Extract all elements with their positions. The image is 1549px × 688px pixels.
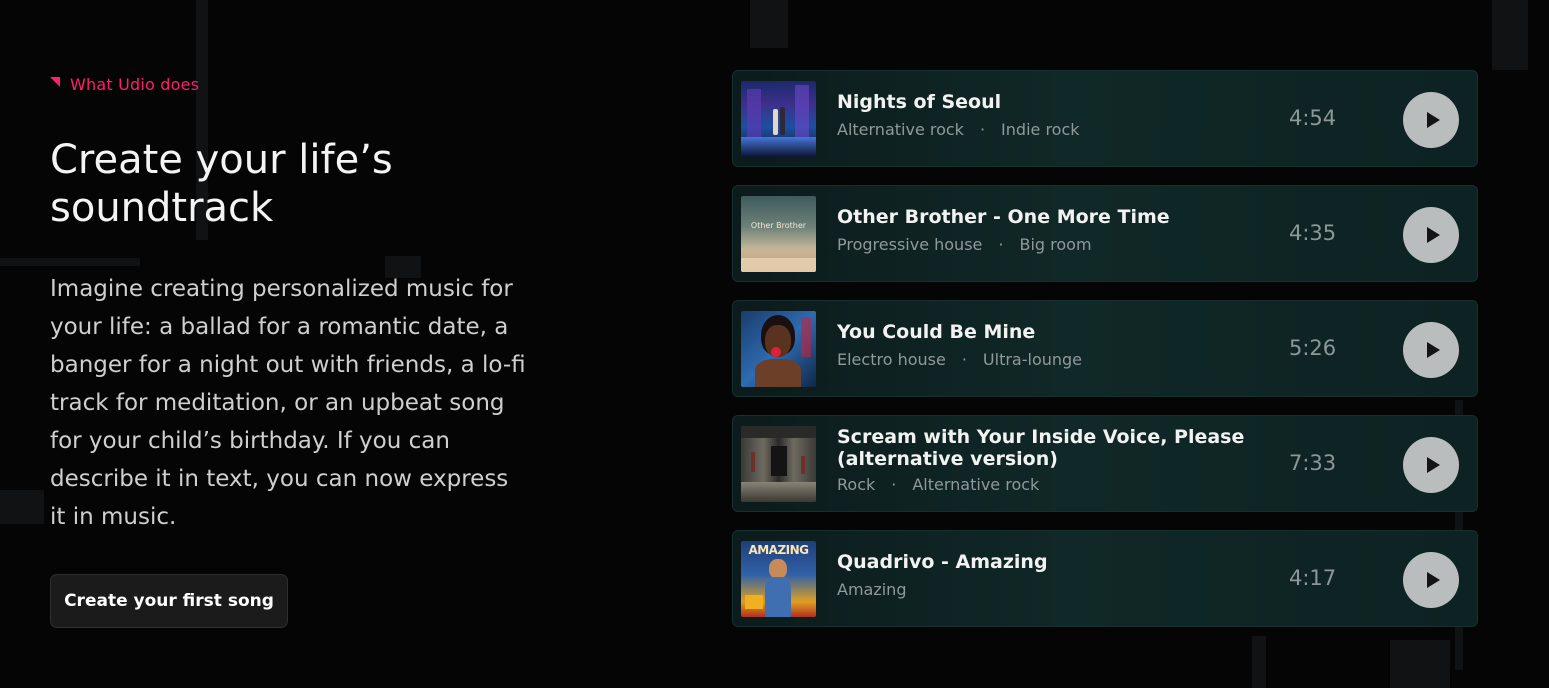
genre-tag: Indie rock (1001, 120, 1080, 139)
dark-corridor-cover-icon (741, 426, 816, 502)
separator-dot-icon: · (891, 475, 897, 494)
cover-text: Other Brother (750, 221, 807, 230)
song-genres: Amazing (837, 580, 906, 599)
background-decoration (750, 0, 788, 48)
section-headline: Create your life’s soundtrack (50, 137, 393, 231)
play-icon (1426, 227, 1440, 243)
city-night-couple-cover-icon (741, 81, 816, 157)
play-button[interactable] (1403, 207, 1459, 263)
song-title: Other Brother - One More Time (837, 206, 1170, 228)
song-duration: 7:33 (1289, 451, 1337, 475)
song-duration: 4:17 (1289, 566, 1337, 590)
song-genres: Alternative rock · Indie rock (837, 120, 1080, 139)
genre-tag: Amazing (837, 580, 907, 599)
play-icon (1426, 342, 1440, 358)
play-button[interactable] (1403, 322, 1459, 378)
play-button[interactable] (1403, 552, 1459, 608)
background-decoration (1390, 640, 1450, 688)
portrait-lollipop-cover-icon (741, 311, 816, 387)
genre-tag: Electro house (837, 350, 946, 369)
play-button[interactable] (1403, 92, 1459, 148)
comic-woman-cover-icon: AMAZING (741, 541, 816, 617)
separator-dot-icon: · (961, 350, 967, 369)
genre-tag: Big room (1019, 235, 1092, 254)
song-title: Quadrivo - Amazing (837, 551, 1048, 573)
play-icon (1426, 112, 1440, 128)
section-description: Imagine creating personalized music for … (50, 276, 526, 530)
background-decoration (1492, 0, 1528, 70)
song-card[interactable]: AMAZING Quadrivo - Amazing Amazing 4:17 (732, 530, 1478, 627)
background-decoration (0, 258, 140, 266)
section-eyebrow: What Udio does (50, 75, 199, 94)
song-genres: Electro house · Ultra-lounge (837, 350, 1082, 369)
song-card[interactable]: Scream with Your Inside Voice, Please (a… (732, 415, 1478, 512)
eyebrow-label: What Udio does (70, 75, 200, 94)
genre-tag: Rock (837, 475, 876, 494)
genre-tag: Ultra-lounge (982, 350, 1083, 369)
song-genres: Progressive house · Big room (837, 235, 1092, 254)
song-duration: 4:35 (1289, 221, 1337, 245)
genre-tag: Alternative rock (837, 120, 964, 139)
song-duration: 4:54 (1289, 106, 1337, 130)
play-icon (1426, 457, 1440, 473)
genre-tag: Progressive house (837, 235, 983, 254)
separator-dot-icon: · (979, 120, 986, 139)
create-first-song-button[interactable]: Create your first song (50, 574, 288, 628)
song-title: You Could Be Mine (837, 321, 1036, 343)
song-card[interactable]: You Could Be Mine Electro house · Ultra-… (732, 300, 1478, 397)
cover-text: AMAZING (748, 543, 809, 557)
song-title: Nights of Seoul (837, 91, 1002, 113)
separator-dot-icon: · (998, 235, 1004, 254)
corner-mark-icon (50, 76, 60, 87)
vintage-album-cover-icon: Other Brother (741, 196, 816, 272)
song-card[interactable]: Other Brother Other Brother - One More T… (732, 185, 1478, 282)
song-genres: Rock · Alternative rock (837, 475, 1039, 494)
genre-tag: Alternative rock (912, 475, 1040, 494)
song-title: Scream with Your Inside Voice, Please (a… (837, 426, 1245, 470)
play-button[interactable] (1403, 437, 1459, 493)
song-list: Nights of Seoul Alternative rock · Indie… (732, 70, 1478, 645)
play-icon (1426, 572, 1440, 588)
background-decoration (0, 490, 44, 524)
song-duration: 5:26 (1289, 336, 1337, 360)
song-card[interactable]: Nights of Seoul Alternative rock · Indie… (732, 70, 1478, 167)
